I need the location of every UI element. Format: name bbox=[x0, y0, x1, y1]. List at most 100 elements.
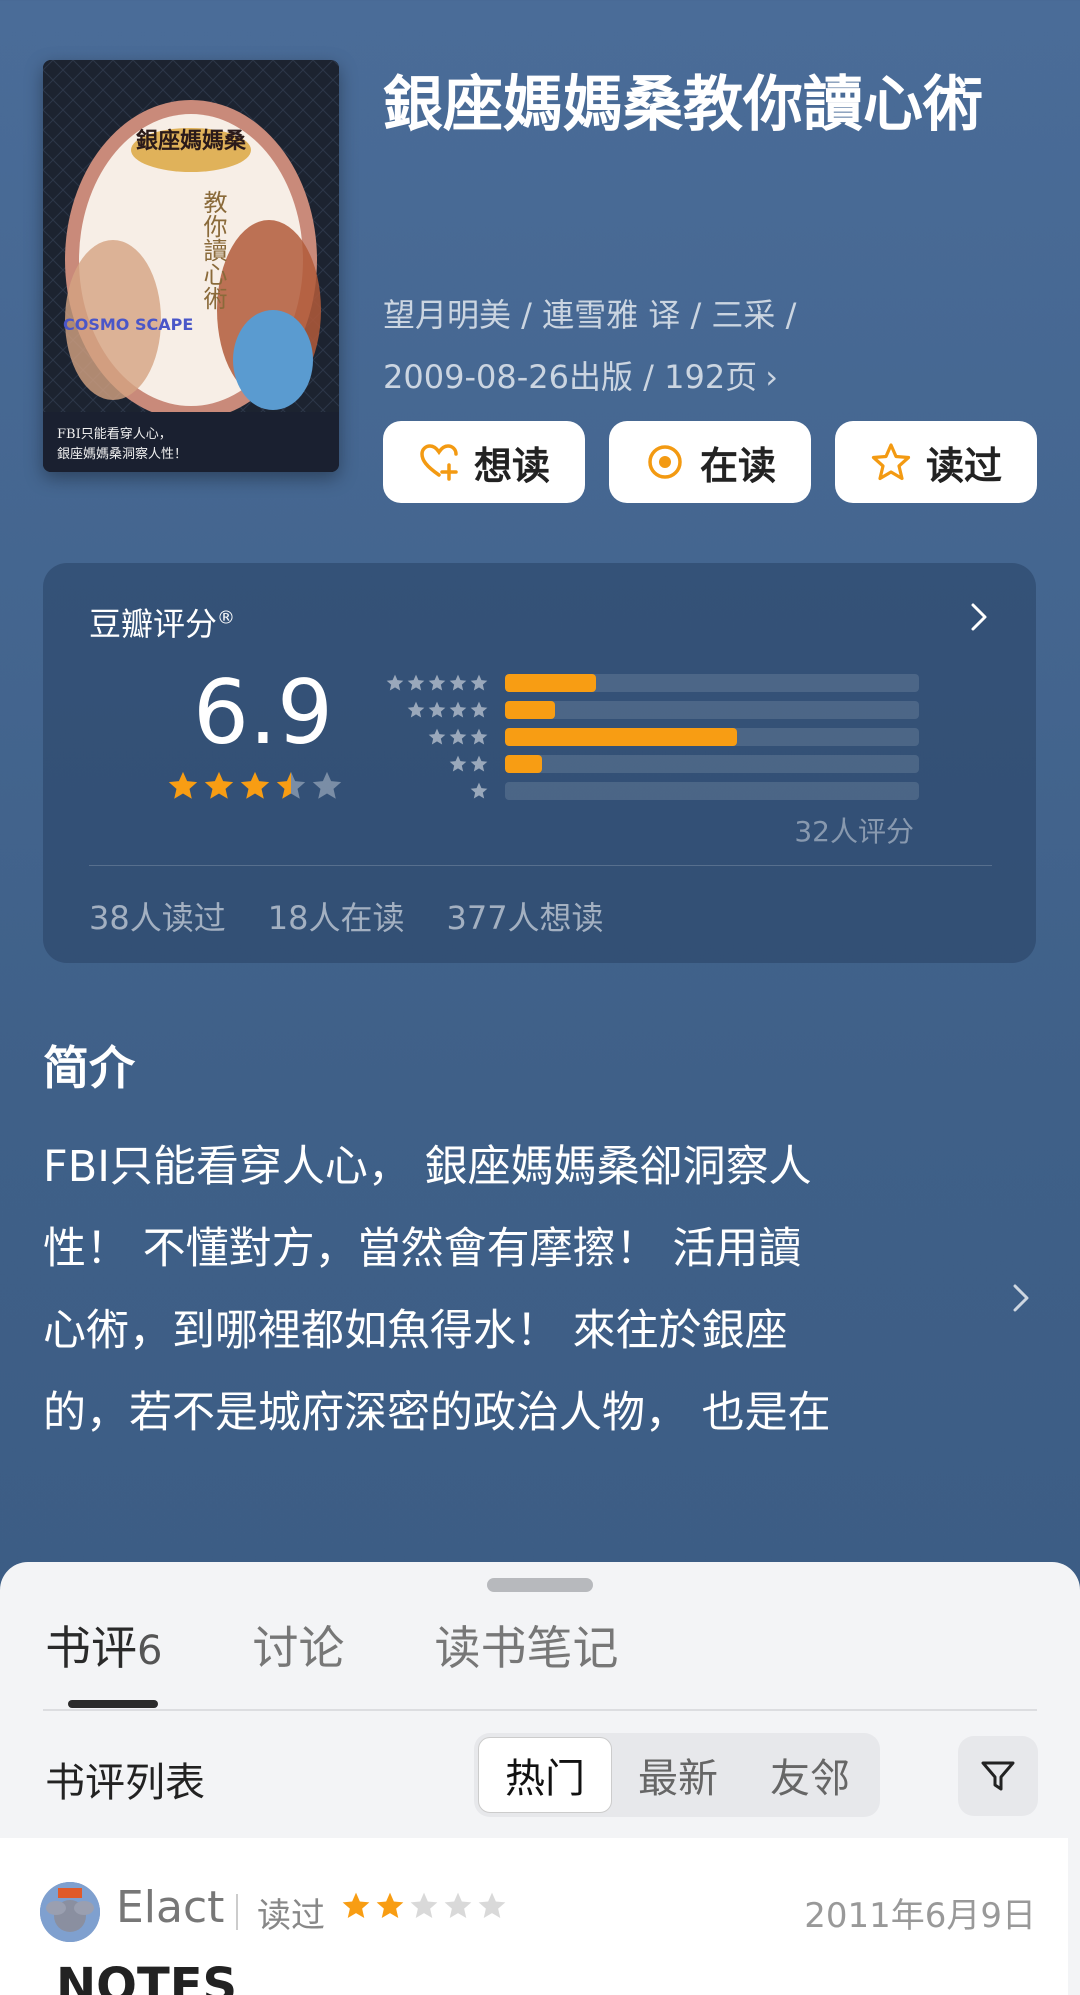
divider bbox=[236, 1894, 238, 1930]
rating-bar-fill bbox=[505, 727, 737, 746]
rating-bar-track bbox=[505, 781, 919, 800]
book-meta-line-2: 2009-08-26出版 / 192页 › bbox=[383, 346, 1043, 408]
want-read-label: 想读 bbox=[473, 443, 550, 488]
book-cover[interactable]: 銀座媽媽桑 教你讀心術 COSMO SCAPE FBI只能看穿人心， 銀座媽媽桑… bbox=[43, 60, 339, 472]
rating-card[interactable]: 豆瓣评分® 6.9 32人评分 38人读过 18人在读 377人想读 bbox=[43, 563, 1036, 963]
review-date: 2011年6月9日 bbox=[804, 1896, 1036, 1936]
book-meta-line-1: 望月明美 / 連雪雅 译 / 三采 / bbox=[383, 296, 797, 334]
reading-label: 在读 bbox=[699, 443, 776, 488]
small-star-icon bbox=[449, 755, 467, 771]
chevron-right-icon[interactable] bbox=[964, 597, 994, 637]
book-meta[interactable]: 望月明美 / 連雪雅 译 / 三采 / 2009-08-26出版 / 192页 › bbox=[383, 284, 1043, 408]
tab-reviews[interactable]: 书评6 bbox=[45, 1612, 162, 1678]
rating-bar-track bbox=[505, 754, 919, 773]
rating-star-icon bbox=[168, 771, 198, 799]
review-item[interactable]: Elact 读过 2011年6月9日 NOTES bbox=[0, 1838, 1068, 1995]
stat-reading[interactable]: 18人在读 bbox=[268, 893, 405, 939]
intro-line: 性！ 不懂對方，當然會有摩擦！ 活用讀 bbox=[43, 1224, 802, 1274]
intro-line: FBI只能看穿人心， 銀座媽媽桑卻洞察人 bbox=[43, 1142, 812, 1192]
small-star-icon bbox=[407, 701, 425, 717]
sheet-drag-handle[interactable] bbox=[487, 1578, 593, 1592]
heart-plus-icon bbox=[420, 444, 458, 481]
rating-bar-fill bbox=[505, 673, 597, 692]
rating-bar-row bbox=[377, 777, 919, 804]
rating-bar-row bbox=[377, 696, 919, 723]
sort-latest[interactable]: 最新 bbox=[612, 1737, 744, 1813]
rating-label: 豆瓣评分® bbox=[89, 599, 235, 645]
small-star-icon bbox=[449, 674, 467, 690]
small-star-icon bbox=[428, 674, 446, 690]
rating-bar-track bbox=[505, 727, 919, 746]
rating-star-icon bbox=[276, 771, 306, 799]
action-buttons: 想读 在读 读过 bbox=[383, 421, 1037, 503]
avatar-image bbox=[40, 1882, 100, 1942]
tab-reviews-label: 书评 bbox=[45, 1621, 137, 1675]
cover-tagline-1: FBI只能看穿人心， bbox=[57, 426, 172, 442]
rating-bar-fill bbox=[505, 700, 555, 719]
small-star-icon bbox=[470, 755, 488, 771]
rating-star-icon bbox=[204, 771, 234, 799]
chevron-right-icon[interactable] bbox=[1008, 1280, 1034, 1316]
reader-stats: 38人读过 18人在读 377人想读 bbox=[89, 893, 604, 939]
book-meta-pub: 2009-08-26出版 / 192页 bbox=[383, 358, 758, 396]
stat-read[interactable]: 38人读过 bbox=[89, 893, 226, 939]
review-stars bbox=[340, 1890, 508, 1922]
active-tab-indicator bbox=[68, 1700, 158, 1708]
small-star-icon bbox=[386, 674, 404, 690]
review-status: 读过 bbox=[257, 1896, 325, 1936]
intro-line: 心術，到哪裡都如魚得水！ 來往於銀座 bbox=[43, 1306, 788, 1356]
tab-discussion[interactable]: 讨论 bbox=[252, 1612, 344, 1678]
review-username[interactable]: Elact bbox=[116, 1882, 224, 1933]
small-star-icon bbox=[470, 701, 488, 717]
small-star-icon bbox=[449, 701, 467, 717]
read-button[interactable]: 读过 bbox=[835, 421, 1037, 503]
small-star-icon bbox=[470, 728, 488, 744]
cover-subtitle: 教你讀心術 bbox=[199, 190, 227, 310]
intro-heading: 简介 bbox=[43, 1041, 135, 1095]
intro-body[interactable]: FBI只能看穿人心， 銀座媽媽桑卻洞察人 性！ 不懂對方，當然會有摩擦！ 活用讀… bbox=[43, 1126, 993, 1454]
filter-icon bbox=[981, 1761, 1015, 1791]
sort-friends[interactable]: 友邻 bbox=[744, 1737, 876, 1813]
review-list-title: 书评列表 bbox=[45, 1760, 205, 1806]
chevron-right-icon: › bbox=[765, 358, 778, 396]
cover-tagline-2: 銀座媽媽桑洞察人性！ bbox=[57, 447, 187, 462]
sort-segmented-control: 热门 最新 友邻 bbox=[474, 1733, 880, 1817]
rating-label-text: 豆瓣评分 bbox=[89, 605, 218, 643]
rating-bar-fill bbox=[505, 754, 543, 773]
small-star-icon bbox=[407, 674, 425, 690]
review-star-icon bbox=[410, 1892, 438, 1918]
stat-want[interactable]: 377人想读 bbox=[446, 893, 603, 939]
divider bbox=[89, 865, 992, 866]
read-label: 读过 bbox=[925, 443, 1002, 488]
avatar[interactable] bbox=[40, 1882, 100, 1942]
rating-bar-stars bbox=[377, 700, 489, 720]
sort-hot[interactable]: 热门 bbox=[478, 1737, 612, 1813]
filter-button[interactable] bbox=[958, 1736, 1038, 1816]
small-star-icon bbox=[428, 728, 446, 744]
rating-star-icon bbox=[312, 771, 342, 799]
rating-bar-stars bbox=[377, 673, 489, 693]
reviews-sheet: 书评6 讨论 读书笔记 书评列表 热门 最新 友邻 Elact 读过 2011年… bbox=[0, 1562, 1080, 1995]
rating-bar-track bbox=[505, 673, 919, 692]
want-read-button[interactable]: 想读 bbox=[383, 421, 585, 503]
divider bbox=[43, 1709, 1037, 1711]
review-title: NOTES bbox=[56, 1958, 238, 1995]
small-star-icon bbox=[470, 674, 488, 690]
rating-bar-stars bbox=[377, 727, 489, 747]
review-tabs: 书评6 讨论 读书笔记 bbox=[45, 1612, 618, 1678]
rating-count: 32人评分 bbox=[794, 815, 914, 848]
review-star-icon bbox=[478, 1892, 506, 1918]
reading-button[interactable]: 在读 bbox=[609, 421, 811, 503]
rating-stars bbox=[166, 769, 344, 803]
review-star-icon bbox=[444, 1892, 472, 1918]
rating-score: 6.9 bbox=[193, 661, 333, 764]
book-title: 銀座媽媽桑教你讀心術 bbox=[383, 70, 983, 140]
tab-notes[interactable]: 读书笔记 bbox=[434, 1612, 618, 1678]
intro-line: 的，若不是城府深密的政治人物， 也是在 bbox=[43, 1388, 831, 1438]
book-cover-art: 銀座媽媽桑 教你讀心術 COSMO SCAPE FBI只能看穿人心， 銀座媽媽桑… bbox=[43, 60, 339, 472]
rating-bar-track bbox=[505, 700, 919, 719]
rating-distribution bbox=[377, 669, 919, 804]
rating-star-icon bbox=[240, 771, 270, 799]
tab-reviews-count: 6 bbox=[137, 1628, 163, 1674]
small-star-icon bbox=[449, 728, 467, 744]
